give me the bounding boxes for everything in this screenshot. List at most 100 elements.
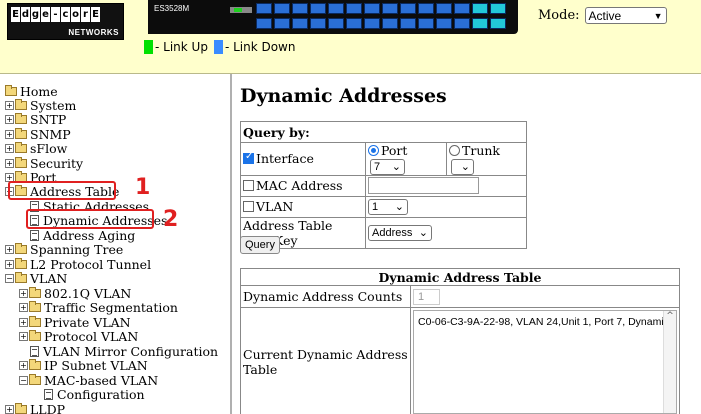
sidebar-item-lldp[interactable]: + LLDP	[5, 402, 65, 414]
sidebar-item-label: sFlow	[30, 140, 68, 156]
vlan-checkbox[interactable]	[243, 201, 254, 212]
scroll-up-icon[interactable]: ^	[666, 311, 674, 321]
sort-key-value: Address	[372, 226, 413, 239]
link-up-label: - Link Up	[155, 40, 208, 54]
expand-plus-icon[interactable]: +	[5, 244, 14, 254]
trunk-select[interactable]: ⌄	[451, 158, 474, 175]
sidebar-item-configuration[interactable]: Configuration	[44, 386, 145, 402]
sidebar-item-802-1q-vlan[interactable]: + 802.1Q VLAN	[19, 286, 131, 301]
switch-port-icon	[400, 3, 416, 14]
port-radio[interactable]	[368, 145, 379, 156]
sidebar-item-home[interactable]: Home	[5, 84, 58, 99]
folder-icon	[29, 300, 41, 312]
query-by-heading: Query by:	[240, 121, 527, 143]
expand-plus-icon[interactable]: +	[5, 259, 14, 269]
logo-letter: r	[81, 7, 90, 22]
folder-icon	[15, 127, 27, 139]
sidebar-item-label: Protocol VLAN	[44, 328, 139, 344]
expand-plus-icon[interactable]: +	[19, 317, 28, 327]
expand-plus-icon[interactable]: +	[19, 331, 28, 341]
trunk-radio[interactable]	[449, 145, 460, 156]
sidebar-item-address-aging[interactable]: Address Aging	[30, 227, 136, 243]
folder-icon	[15, 257, 27, 269]
sidebar-item-sflow[interactable]: + sFlow	[5, 140, 68, 156]
sidebar-item-spanning-tree[interactable]: + Spanning Tree	[5, 241, 124, 257]
sidebar-item-security[interactable]: + Security	[5, 155, 84, 171]
switch-port-icon	[292, 18, 308, 29]
collapse-minus-icon[interactable]: −	[5, 273, 14, 283]
sidebar-item-vlan-mirror-configuration[interactable]: VLAN Mirror Configuration	[30, 344, 218, 359]
interface-label: Interface	[256, 151, 314, 167]
header-banner: E d g e - c o r E NETWORKS ES3528M - Lin…	[0, 0, 701, 74]
expand-plus-icon[interactable]: +	[5, 143, 14, 153]
annotation-step-2: 2	[163, 207, 179, 232]
sidebar-item-label: VLAN	[30, 270, 68, 286]
sidebar-item-label: Address Aging	[43, 227, 136, 243]
sort-key-select[interactable]: Address ⌄	[368, 224, 432, 241]
vlan-select[interactable]: 1 ⌄	[368, 198, 408, 215]
expand-plus-icon[interactable]: +	[5, 114, 14, 124]
address-entries-listbox[interactable]: C0-06-C3-9A-22-98, VLAN 24,Unit 1, Port …	[413, 310, 677, 414]
edgecore-logo: E d g e - c o r E NETWORKS	[7, 3, 124, 40]
mac-address-input-cell	[365, 174, 527, 197]
expand-plus-icon[interactable]: +	[19, 288, 28, 298]
mac-address-input[interactable]	[368, 177, 479, 194]
logo-subtitle: NETWORKS	[68, 28, 119, 37]
port-select[interactable]: 7 ⌄	[370, 158, 405, 175]
switch-port-icon	[436, 3, 452, 14]
expand-plus-icon[interactable]: +	[19, 302, 28, 312]
chevron-down-icon: ⌄	[460, 161, 470, 173]
address-entry[interactable]: C0-06-C3-9A-22-98, VLAN 24,Unit 1, Port …	[418, 316, 669, 328]
expand-plus-icon[interactable]: +	[5, 129, 14, 139]
interface-checkbox[interactable]	[243, 151, 254, 165]
expand-plus-icon[interactable]: +	[5, 100, 14, 110]
annotation-box-dynamic-addresses	[26, 209, 154, 229]
logo-letter: E	[11, 7, 20, 22]
query-button[interactable]: Query	[240, 236, 280, 254]
page-icon	[30, 229, 39, 241]
switch-port-icon	[346, 18, 362, 29]
sidebar-item-snmp[interactable]: + SNMP	[5, 126, 71, 142]
sidebar-item-label: MAC-based VLAN	[44, 372, 159, 388]
sidebar-item-system[interactable]: + System	[5, 98, 76, 113]
query-form-table: Query by: Interface Port 7⌄ Trunk ⌄ MAC …	[240, 121, 527, 249]
sidebar-item-label: Spanning Tree	[30, 241, 124, 257]
chevron-down-icon: ▼	[653, 10, 663, 21]
sidebar-item-traffic-segmentation[interactable]: + Traffic Segmentation	[19, 299, 178, 315]
expand-plus-icon[interactable]: +	[19, 360, 28, 370]
sidebar-item-sntp[interactable]: + SNTP	[5, 112, 66, 127]
sidebar-item-protocol-vlan[interactable]: + Protocol VLAN	[19, 328, 139, 344]
sidebar-item-label: Security	[30, 155, 84, 171]
switch-port-icon	[328, 3, 344, 14]
sidebar-item-label: SNMP	[30, 126, 71, 142]
collapse-minus-icon[interactable]: −	[19, 375, 28, 385]
expand-plus-icon[interactable]: +	[5, 404, 14, 414]
switch-port-icon	[490, 18, 506, 29]
sidebar-item-l2-protocol-tunnel[interactable]: + L2 Protocol Tunnel	[5, 256, 152, 272]
sidebar-item-mac-based-vlan[interactable]: − MAC-based VLAN	[19, 372, 159, 388]
scrollbar[interactable]: ^	[663, 311, 676, 413]
switch-port-icon	[382, 3, 398, 14]
status-led-icon	[230, 7, 252, 13]
sidebar-item-ip-subnet-vlan[interactable]: + IP Subnet VLAN	[19, 357, 148, 373]
expand-plus-icon[interactable]: +	[5, 158, 14, 168]
folder-icon	[15, 98, 27, 110]
sidebar-item-private-vlan[interactable]: + Private VLAN	[19, 314, 131, 330]
sidebar-item-label: IP Subnet VLAN	[44, 357, 148, 373]
main-content: Dynamic Addresses Query by: Interface Po…	[234, 74, 701, 414]
switch-port-icon	[418, 18, 434, 29]
sidebar-item-label: Private VLAN	[44, 314, 131, 330]
sidebar-item-label: Traffic Segmentation	[44, 299, 178, 315]
sidebar-item-vlan[interactable]: − VLAN	[5, 270, 68, 286]
page-icon	[44, 388, 53, 400]
vlan-label: VLAN	[256, 199, 294, 214]
mac-address-checkbox[interactable]	[243, 180, 254, 191]
switch-port-icon	[292, 3, 308, 14]
switch-port-icon	[274, 18, 290, 29]
sidebar-item-label: Configuration	[57, 386, 145, 402]
chevron-down-icon: ⌄	[418, 227, 428, 240]
sidebar-item-label: L2 Protocol Tunnel	[30, 256, 152, 272]
mode-select[interactable]: Active ▼	[584, 7, 667, 24]
folder-icon	[15, 156, 27, 168]
mac-address-cell: MAC Address	[240, 174, 366, 197]
